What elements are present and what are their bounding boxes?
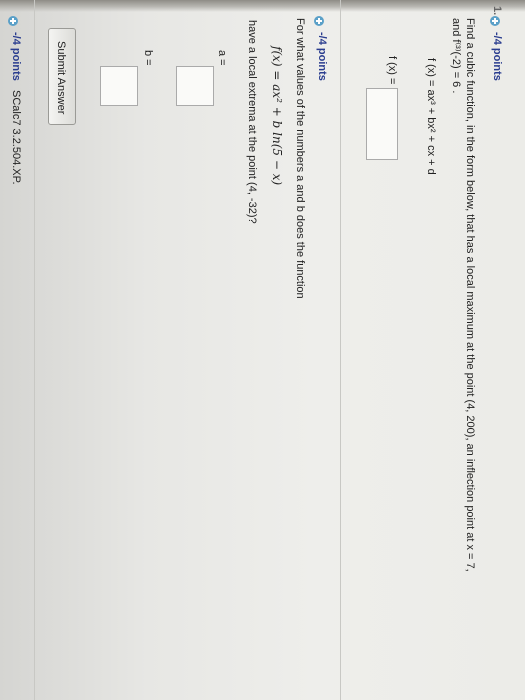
- question-2-prompt: For what values of the numbers a and b d…: [294, 18, 306, 299]
- label-b: b =: [142, 50, 154, 66]
- question-3-points: -/4 points: [10, 32, 22, 81]
- label-a: a =: [216, 50, 228, 66]
- question-1-points: -/4 points: [491, 32, 503, 81]
- divider: [340, 0, 341, 700]
- expand-plus-icon[interactable]: [8, 16, 18, 26]
- question-1-answer-field[interactable]: [366, 88, 398, 160]
- submit-answer-button[interactable]: Submit Answer: [48, 28, 76, 125]
- question-1-answer-label: f (x) =: [386, 56, 398, 85]
- submit-answer-label: Submit Answer: [55, 41, 67, 115]
- question-2-question: have a local extrema at the point (4, -3…: [246, 20, 258, 224]
- answer-field-b[interactable]: [100, 66, 138, 106]
- expand-plus-icon[interactable]: [490, 16, 500, 26]
- page-edge-shadow: [0, 0, 525, 12]
- question-2-function: f(x) = ax² + b ln(5 − x): [270, 46, 284, 186]
- question-2-points: -/4 points: [316, 32, 328, 81]
- question-1-formula: f (x) = ax³ + bx² + cx + d: [425, 58, 437, 175]
- question-3-source: SCalc7 3.2.504.XP.: [10, 90, 22, 185]
- screen: 1. -/4 points Find a cubic function, in …: [0, 0, 525, 700]
- answer-field-a[interactable]: [176, 66, 214, 106]
- question-1-number: 1.: [491, 6, 503, 16]
- divider: [34, 0, 35, 700]
- expand-plus-icon[interactable]: [314, 16, 324, 26]
- question-1-prompt-line2: and f⁽³⁾(-2) = 6 .: [450, 18, 462, 94]
- question-1-prompt-line1: Find a cubic function, in the form below…: [464, 18, 476, 572]
